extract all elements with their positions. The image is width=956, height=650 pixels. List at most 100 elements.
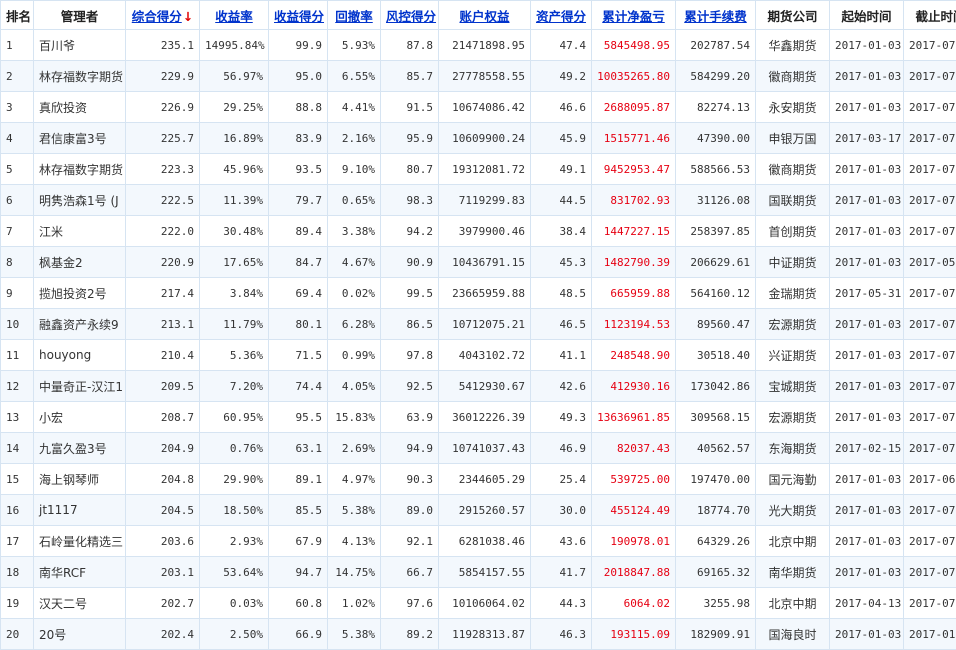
cell-return-rate: 5.36% [200, 340, 269, 371]
cell-net-pnl: 6064.02 [592, 588, 676, 619]
cell-return-rate: 60.95% [200, 402, 269, 433]
table-row[interactable]: 19汉天二号202.70.03%60.81.02%97.610106064.02… [1, 588, 956, 619]
cell-asset-score: 46.5 [531, 309, 592, 340]
cell-return-rate: 11.79% [200, 309, 269, 340]
table-row[interactable]: 13小宏208.760.95%95.515.83%63.936012226.39… [1, 402, 956, 433]
cell-end-date: 2017-07-11 [904, 216, 956, 247]
cell-end-date: 2017-07-11 [904, 371, 956, 402]
cell-rank: 15 [1, 464, 34, 495]
cell-return-score: 89.1 [269, 464, 328, 495]
cell-fees: 173042.86 [676, 371, 756, 402]
table-row[interactable]: 15海上钢琴师204.829.90%89.14.97%90.32344605.2… [1, 464, 956, 495]
header-net-pnl-link[interactable]: 累计净盈亏 [592, 1, 676, 30]
cell-risk-score: 86.5 [381, 309, 439, 340]
cell-asset-score: 47.4 [531, 30, 592, 61]
cell-start-date: 2017-01-03 [830, 557, 904, 588]
header-manager: 管理者 [34, 1, 126, 30]
table-row[interactable]: 7江米222.030.48%89.43.38%94.23979900.4638.… [1, 216, 956, 247]
cell-return-rate: 56.97% [200, 61, 269, 92]
cell-return-score: 80.1 [269, 309, 328, 340]
table-row[interactable]: 10融鑫资产永续9213.111.79%80.16.28%86.51071207… [1, 309, 956, 340]
table-row[interactable]: 18南华RCF203.153.64%94.714.75%66.75854157.… [1, 557, 956, 588]
cell-drawdown: 3.38% [328, 216, 381, 247]
cell-risk-score: 99.5 [381, 278, 439, 309]
cell-equity: 27778558.55 [439, 61, 531, 92]
header-end-date: 截止时间 [904, 1, 956, 30]
header-return-score-link[interactable]: 收益得分 [269, 1, 328, 30]
table-row[interactable]: 11houyong210.45.36%71.50.99%97.84043102.… [1, 340, 956, 371]
cell-drawdown: 5.38% [328, 495, 381, 526]
cell-risk-score: 95.9 [381, 123, 439, 154]
table-row[interactable]: 5林存福数字期货223.345.96%93.59.10%80.719312081… [1, 154, 956, 185]
header-fees-link[interactable]: 累计手续费 [676, 1, 756, 30]
cell-drawdown: 0.65% [328, 185, 381, 216]
cell-equity: 3979900.46 [439, 216, 531, 247]
table-row[interactable]: 9揽旭投资2号217.43.84%69.40.02%99.523665959.8… [1, 278, 956, 309]
cell-fees: 82274.13 [676, 92, 756, 123]
cell-return-score: 95.5 [269, 402, 328, 433]
table-row[interactable]: 17石岭量化精选三203.62.93%67.94.13%92.16281038.… [1, 526, 956, 557]
cell-asset-score: 46.6 [531, 92, 592, 123]
cell-end-date: 2017-07-11 [904, 526, 956, 557]
cell-start-date: 2017-01-03 [830, 247, 904, 278]
cell-start-date: 2017-01-03 [830, 154, 904, 185]
table-row[interactable]: 16jt1117204.518.50%85.55.38%89.02915260.… [1, 495, 956, 526]
cell-asset-score: 45.3 [531, 247, 592, 278]
cell-asset-score: 49.2 [531, 61, 592, 92]
cell-fees: 47390.00 [676, 123, 756, 154]
cell-fees: 588566.53 [676, 154, 756, 185]
header-composite-score-link[interactable]: 综合得分↓ [126, 1, 200, 30]
cell-start-date: 2017-01-03 [830, 61, 904, 92]
cell-return-score: 88.8 [269, 92, 328, 123]
cell-drawdown: 4.13% [328, 526, 381, 557]
cell-return-rate: 2.93% [200, 526, 269, 557]
cell-fees: 3255.98 [676, 588, 756, 619]
table-row[interactable]: 2林存福数字期货229.956.97%95.06.55%85.727778558… [1, 61, 956, 92]
cell-fees: 309568.15 [676, 402, 756, 433]
cell-composite-score: 204.5 [126, 495, 200, 526]
cell-fees: 584299.20 [676, 61, 756, 92]
cell-fees: 30518.40 [676, 340, 756, 371]
cell-start-date: 2017-01-03 [830, 340, 904, 371]
cell-return-rate: 53.64% [200, 557, 269, 588]
cell-asset-score: 44.5 [531, 185, 592, 216]
cell-equity: 23665959.88 [439, 278, 531, 309]
cell-equity: 6281038.46 [439, 526, 531, 557]
cell-equity: 19312081.72 [439, 154, 531, 185]
cell-risk-score: 94.9 [381, 433, 439, 464]
table-row[interactable]: 4君信康富3号225.716.89%83.92.16%95.910609900.… [1, 123, 956, 154]
ranking-table: 排名 管理者 综合得分↓ 收益率 收益得分 回撤率 风控得分 账户权益 资产得分… [0, 0, 956, 650]
header-return-rate-link[interactable]: 收益率 [200, 1, 269, 30]
cell-risk-score: 89.0 [381, 495, 439, 526]
cell-equity: 5854157.55 [439, 557, 531, 588]
cell-rank: 18 [1, 557, 34, 588]
cell-fees: 31126.08 [676, 185, 756, 216]
cell-rank: 16 [1, 495, 34, 526]
cell-risk-score: 87.8 [381, 30, 439, 61]
cell-rank: 10 [1, 309, 34, 340]
cell-rank: 12 [1, 371, 34, 402]
table-row[interactable]: 1百川爷235.114995.84%99.95.93%87.821471898.… [1, 30, 956, 61]
table-row[interactable]: 14九富久盈3号204.90.76%63.12.69%94.910741037.… [1, 433, 956, 464]
cell-return-rate: 17.65% [200, 247, 269, 278]
table-row[interactable]: 6明隽浩森1号 (J222.511.39%79.70.65%98.3711929… [1, 185, 956, 216]
cell-equity: 10609900.24 [439, 123, 531, 154]
cell-fees: 64329.26 [676, 526, 756, 557]
header-equity-link[interactable]: 账户权益 [439, 1, 531, 30]
header-asset-score-link[interactable]: 资产得分 [531, 1, 592, 30]
header-drawdown-link[interactable]: 回撤率 [328, 1, 381, 30]
cell-end-date: 2017-07-11 [904, 185, 956, 216]
table-row[interactable]: 8枫基金2220.917.65%84.74.67%90.910436791.15… [1, 247, 956, 278]
cell-composite-score: 208.7 [126, 402, 200, 433]
cell-drawdown: 14.75% [328, 557, 381, 588]
table-row[interactable]: 12中量奇正-汉江1209.57.20%74.44.05%92.55412930… [1, 371, 956, 402]
header-risk-score-link[interactable]: 风控得分 [381, 1, 439, 30]
table-row[interactable]: 3真欣投资226.929.25%88.84.41%91.510674086.42… [1, 92, 956, 123]
cell-asset-score: 44.3 [531, 588, 592, 619]
cell-equity: 36012226.39 [439, 402, 531, 433]
cell-net-pnl: 1123194.53 [592, 309, 676, 340]
cell-net-pnl: 2688095.87 [592, 92, 676, 123]
cell-composite-score: 229.9 [126, 61, 200, 92]
cell-net-pnl: 10035265.80 [592, 61, 676, 92]
cell-fees: 197470.00 [676, 464, 756, 495]
